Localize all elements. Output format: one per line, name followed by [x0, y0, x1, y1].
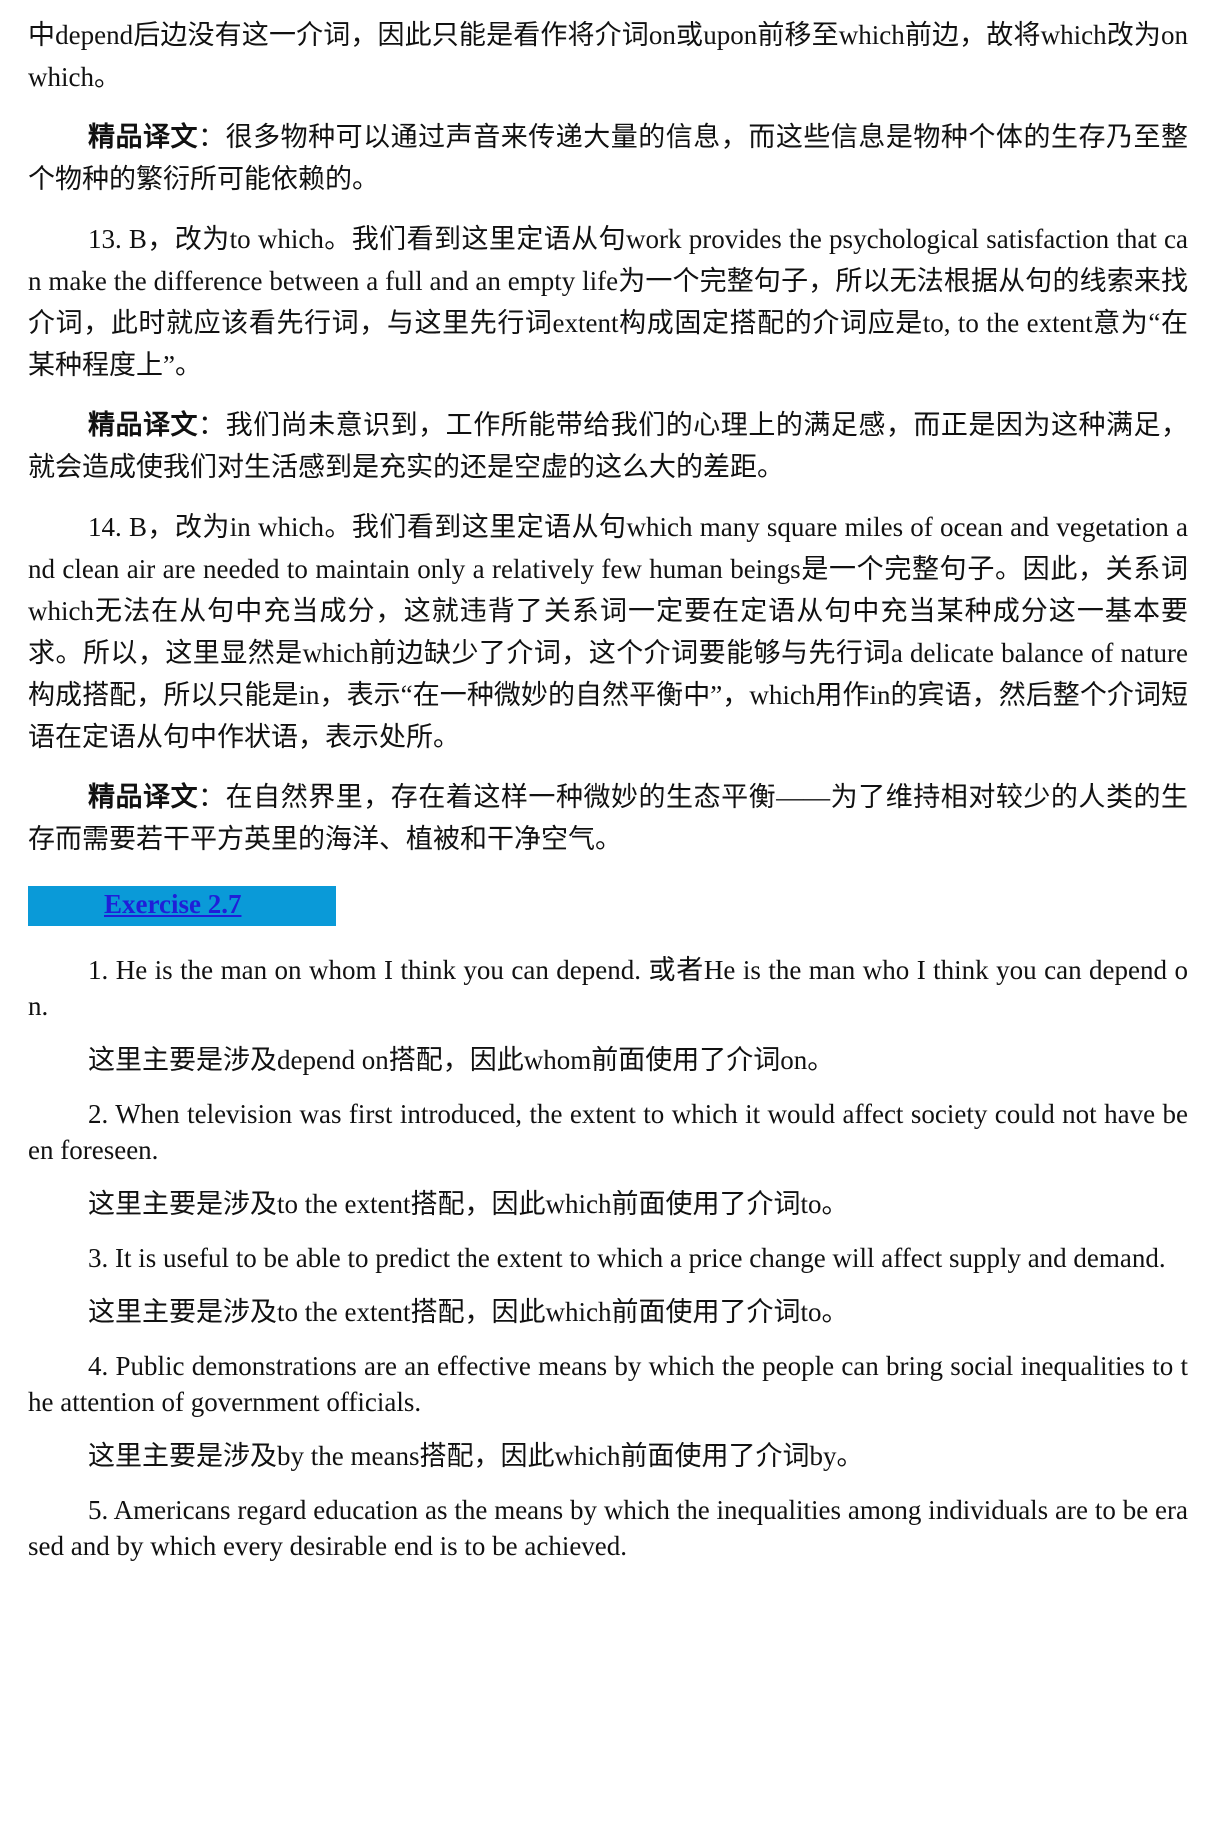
paragraph-text: 5. Americans regard education as the mea… — [28, 1495, 1188, 1561]
paragraph-text: 1. He is the man on whom I think you can… — [28, 955, 1188, 1021]
translation-paragraph: 精品译文：在自然界里，存在着这样一种微妙的生态平衡——为了维持相对较少的人类的生… — [28, 776, 1188, 860]
paragraph-text: 4. Public demonstrations are an effectiv… — [28, 1351, 1188, 1417]
paragraph-text: ：我们尚未意识到，工作所能带给我们的心理上的满足感，而正是因为这种满足，就会造成… — [28, 410, 1189, 482]
paragraph-text: 这里主要是涉及to the extent搭配，因此which前面使用了介词to。 — [88, 1297, 849, 1327]
paragraph-text: 这里主要是涉及by the means搭配，因此which前面使用了介词by。 — [88, 1441, 864, 1471]
translation-label: 精品译文 — [88, 782, 199, 812]
exercise-item-3: 3. It is useful to be able to predict th… — [28, 1240, 1188, 1276]
exercise-title-link[interactable]: Exercise 2.7 — [104, 889, 241, 920]
paragraph-text: ：在自然界里，存在着这样一种微妙的生态平衡——为了维持相对较少的人类的生存而需要… — [28, 782, 1189, 854]
paragraph-text: 中depend后边没有这一介词，因此只能是看作将介词on或upon前移至whic… — [28, 20, 1188, 92]
paragraph-continuation: 中depend后边没有这一介词，因此只能是看作将介词on或upon前移至whic… — [28, 14, 1188, 98]
paragraph-text: 3. It is useful to be able to predict th… — [88, 1243, 1166, 1273]
explanation-4: 这里主要是涉及by the means搭配，因此which前面使用了介词by。 — [28, 1438, 1188, 1474]
exercise-item-2: 2. When television was first introduced,… — [28, 1096, 1188, 1168]
exercise-item-4: 4. Public demonstrations are an effectiv… — [28, 1348, 1188, 1420]
explanation-1: 这里主要是涉及depend on搭配，因此whom前面使用了介词on。 — [28, 1042, 1188, 1078]
answer-paragraph-13: 13. B，改为to which。我们看到这里定语从句work provides… — [28, 218, 1188, 386]
translation-label: 精品译文 — [88, 410, 199, 440]
paragraph-text: 2. When television was first introduced,… — [28, 1099, 1188, 1165]
exercise-item-5: 5. Americans regard education as the mea… — [28, 1492, 1188, 1564]
paragraph-text: ：很多物种可以通过声音来传递大量的信息，而这些信息是物种个体的生存乃至整个物种的… — [28, 122, 1189, 194]
explanation-2: 这里主要是涉及to the extent搭配，因此which前面使用了介词to。 — [28, 1186, 1188, 1222]
paragraph-text: 这里主要是涉及to the extent搭配，因此which前面使用了介词to。 — [88, 1189, 849, 1219]
translation-paragraph: 精品译文：我们尚未意识到，工作所能带给我们的心理上的满足感，而正是因为这种满足，… — [28, 404, 1188, 488]
paragraph-text: 13. B，改为to which。我们看到这里定语从句work provides… — [28, 224, 1188, 380]
explanation-3: 这里主要是涉及to the extent搭配，因此which前面使用了介词to。 — [28, 1294, 1188, 1330]
exercise-item-1: 1. He is the man on whom I think you can… — [28, 952, 1188, 1024]
document-page: 中depend后边没有这一介词，因此只能是看作将介词on或upon前移至whic… — [28, 14, 1188, 1582]
paragraph-text: 14. B，改为in which。我们看到这里定语从句which many sq… — [28, 512, 1188, 752]
exercise-banner: Exercise 2.7 — [28, 886, 336, 926]
answer-paragraph-14: 14. B，改为in which。我们看到这里定语从句which many sq… — [28, 506, 1188, 758]
translation-paragraph: 精品译文：很多物种可以通过声音来传递大量的信息，而这些信息是物种个体的生存乃至整… — [28, 116, 1188, 200]
paragraph-text: 这里主要是涉及depend on搭配，因此whom前面使用了介词on。 — [88, 1045, 835, 1075]
translation-label: 精品译文 — [88, 122, 199, 152]
